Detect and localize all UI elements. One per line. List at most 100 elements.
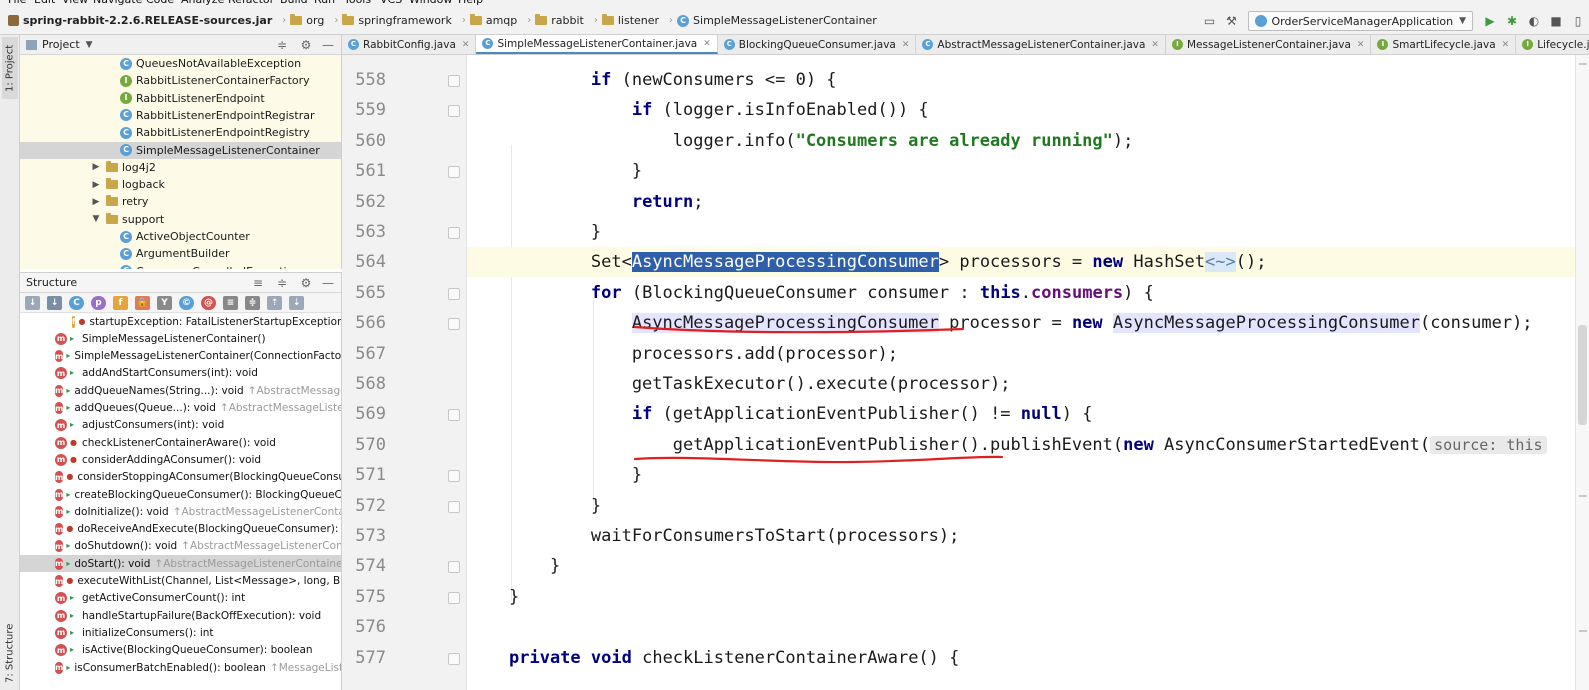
code-line[interactable]: } — [509, 551, 1589, 581]
code-line[interactable]: Set<AsyncMessageProcessingConsumer> proc… — [509, 247, 1589, 277]
tree-class[interactable]: C SimpleMessageListenerContainer — [20, 141, 341, 159]
code-editor[interactable]: 558 559 560 561 562 563 564 565 566 567 568 569 570 5… — [342, 55, 1589, 690]
breadcrumb-item[interactable]: › listener — [589, 7, 664, 35]
structure-method[interactable]: m ▸ createBlockingQueueConsumer(): Blockin… — [20, 486, 341, 503]
expand-icon[interactable]: ≡ — [223, 295, 238, 310]
chevron-right-icon[interactable]: ▶ — [90, 162, 102, 172]
show-annotations-icon[interactable]: @ — [201, 295, 216, 310]
code-line[interactable]: if (getApplicationEventPublisher() != nu… — [509, 399, 1589, 429]
fold-marker-icon[interactable] — [448, 500, 460, 513]
menu-item-edit[interactable]: Edit — [34, 0, 55, 6]
show-anonymous-icon[interactable]: © — [179, 295, 194, 310]
gear-icon[interactable]: ⚙ — [298, 275, 314, 291]
collapse-all-icon[interactable]: ≑ — [274, 275, 290, 291]
code-line[interactable]: logger.info("Consumers are already runni… — [509, 126, 1589, 156]
breadcrumb-item[interactable]: › springframework — [329, 7, 456, 35]
fold-marker-icon[interactable] — [448, 75, 460, 87]
project-tool-tab[interactable]: 1: Project — [2, 37, 18, 99]
sort-alphabetically-icon[interactable]: ↓ — [47, 295, 62, 310]
chevron-right-icon[interactable]: ▶ — [90, 180, 102, 190]
code-line[interactable]: waitForConsumersToStart(processors); — [509, 521, 1589, 551]
error-stripe-mark[interactable] — [1579, 63, 1587, 65]
editor-tab[interactable]: I MessageListenerContainer.java ✕ — [1166, 35, 1372, 54]
show-fields-icon[interactable]: f — [113, 295, 128, 310]
structure-tree[interactable]: f ● startupException: FatalListenerStartup… — [20, 313, 341, 689]
breadcrumb-item[interactable]: › rabbit — [522, 7, 589, 35]
collapse-icon[interactable]: ≑ — [245, 295, 260, 310]
menu-item-vcs[interactable]: VCS — [380, 0, 402, 6]
tree-folder[interactable]: ▼ support — [20, 211, 341, 228]
menu-item-build[interactable]: Build — [280, 0, 308, 6]
scrollbar-thumb[interactable] — [1578, 325, 1587, 425]
project-panel-title[interactable]: Project — [42, 38, 80, 51]
code-line[interactable]: getTaskExecutor().execute(processor); — [509, 369, 1589, 399]
structure-tool-tab[interactable]: 7: Structure — [2, 618, 18, 688]
show-properties-icon[interactable]: p — [91, 295, 106, 310]
close-tab-icon[interactable]: ✕ — [1357, 40, 1365, 50]
error-stripe-mark[interactable] — [1579, 495, 1587, 497]
fold-marker-icon[interactable] — [448, 318, 460, 331]
minimize-icon[interactable]: — — [320, 275, 336, 291]
minimize-icon[interactable]: — — [320, 37, 336, 53]
close-tab-icon[interactable]: ✕ — [703, 39, 711, 49]
menu-item-refactor[interactable]: Refactor — [228, 0, 274, 6]
more-icon[interactable]: ▯ — [1569, 12, 1587, 30]
tree-class[interactable]: C RabbitListenerEndpointRegistry — [20, 124, 341, 141]
code-line[interactable]: for (BlockingQueueConsumer consumer : th… — [509, 278, 1589, 308]
structure-method[interactable]: m ▸ SimpleMessageListenerContainer() — [20, 330, 341, 347]
fold-marker-icon[interactable] — [448, 561, 460, 574]
structure-method[interactable]: m ▸ doInitialize(): void ↑AbstractMessageLi… — [20, 503, 341, 520]
show-non-public-icon[interactable]: 🔒 — [135, 295, 150, 310]
close-tab-icon[interactable]: ✕ — [462, 40, 470, 50]
editor-tab[interactable]: C BlockingQueueConsumer.java ✕ — [718, 35, 917, 54]
breadcrumb-item[interactable]: › amqp — [457, 7, 522, 35]
autoscroll-from-source-icon[interactable]: ⇣ — [289, 295, 304, 310]
editor-tab[interactable]: C RabbitConfig.java ✕ — [342, 35, 477, 54]
menu-item-help[interactable]: Help — [458, 0, 483, 6]
close-tab-icon[interactable]: ✕ — [1502, 40, 1510, 50]
close-tab-icon[interactable]: ✕ — [902, 40, 910, 50]
editor-tab[interactable]: ILifecycle.java✕ — [1516, 35, 1589, 54]
tree-class[interactable]: C RabbitListenerEndpointRegistrar — [20, 107, 341, 124]
layout-icon[interactable]: ▭ — [1200, 12, 1218, 30]
fold-marker-icon[interactable] — [448, 652, 460, 665]
tree-folder[interactable]: ▶ log4j2 — [20, 159, 341, 176]
gear-icon[interactable]: ⚙ — [298, 37, 314, 53]
sort-by-visibility-icon[interactable]: ↓ — [25, 295, 40, 310]
code-line[interactable]: } — [509, 156, 1589, 186]
structure-method[interactable]: m ● considerStoppingAConsumer(BlockingQueu… — [20, 469, 341, 486]
code-line[interactable]: processors.add(processor); — [509, 339, 1589, 369]
code-line[interactable]: if (newConsumers <= 0) { — [509, 65, 1589, 95]
tree-class[interactable]: C QueuesNotAvailableException — [20, 55, 341, 72]
fold-marker-icon[interactable] — [448, 227, 460, 239]
tree-class[interactable]: C ConsumerCancelledException — [20, 263, 341, 269]
code-line[interactable] — [509, 612, 1589, 642]
code-line[interactable]: if (logger.isInfoEnabled()) { — [509, 95, 1589, 125]
structure-method[interactable]: m ▸ isConsumerBatchEnabled(): boolean ↑Mess… — [20, 659, 341, 676]
breadcrumb-item[interactable]: spring-rabbit-2.2.6.RELEASE-sources.jar — [0, 7, 277, 35]
structure-method[interactable]: m ▸ doShutdown(): void ↑AbstractMessageList… — [20, 538, 341, 555]
autoscroll-to-source-icon[interactable]: ⇡ — [267, 295, 282, 310]
structure-method[interactable]: m ▸ adjustConsumers(int): void — [20, 417, 341, 434]
fold-marker-icon[interactable] — [448, 287, 460, 300]
fold-marker-icon[interactable] — [448, 166, 460, 179]
fold-marker-icon[interactable] — [448, 591, 460, 604]
tree-class[interactable]: I RabbitListenerEndpoint — [20, 90, 341, 107]
show-inherited-icon[interactable]: C — [69, 295, 84, 310]
structure-method[interactable]: m ▸ addAndStartConsumers(int): void — [20, 365, 341, 382]
tree-folder[interactable]: ▶ retry — [20, 193, 341, 210]
menu-item-navigate[interactable]: Navigate — [93, 0, 142, 6]
code-line[interactable]: } — [509, 491, 1589, 521]
structure-field[interactable]: f ● startupException: FatalListenerStartup… — [20, 313, 341, 330]
structure-method[interactable]: m ▸ isActive(BlockingQueueConsumer): boole… — [20, 642, 341, 659]
tree-class[interactable]: C ActiveObjectCounter — [20, 228, 341, 245]
close-tab-icon[interactable]: ✕ — [1151, 40, 1159, 50]
show-lambdas-icon[interactable]: Y — [157, 295, 172, 310]
stop-icon[interactable]: ■ — [1547, 12, 1565, 30]
chevron-down-icon[interactable]: ▼ — [86, 40, 93, 50]
editor-tab[interactable]: C SimpleMessageListenerContainer.java ✕ — [476, 35, 718, 54]
menu-item-analyze[interactable]: Analyze — [181, 0, 224, 6]
menu-item-run[interactable]: Run — [314, 0, 335, 6]
structure-method[interactable]: m ▸ SimpleMessageListenerContainer(Connect… — [20, 348, 341, 365]
fold-marker-icon[interactable] — [448, 470, 460, 483]
